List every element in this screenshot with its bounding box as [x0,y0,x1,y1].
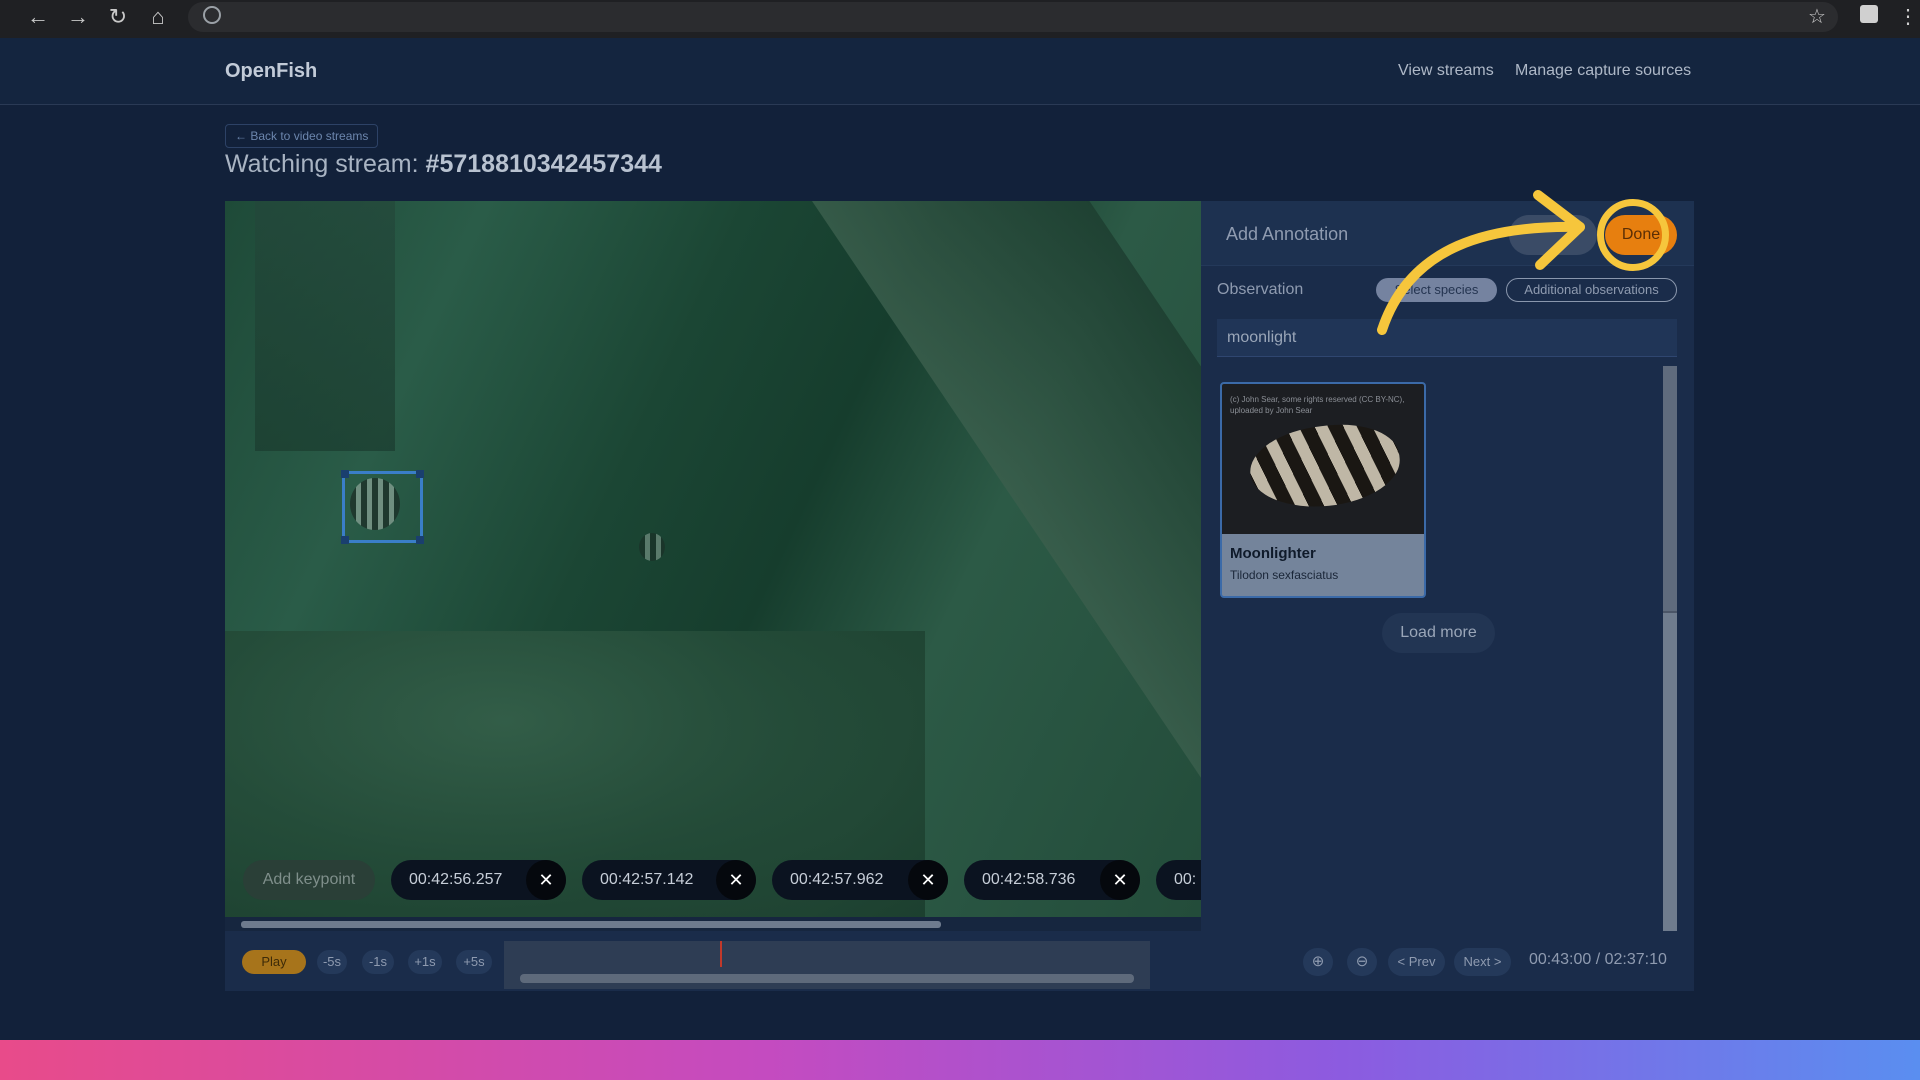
nav-view-streams[interactable]: View streams [1398,62,1494,80]
step-back-1s-button[interactable]: -1s [362,950,394,974]
add-keypoint-button[interactable]: Add keypoint [243,860,375,900]
title-prefix: Watching stream: [225,150,419,178]
annotation-title: Add Annotation [1226,224,1349,244]
brand-logo[interactable]: OpenFish [225,60,317,83]
scene-pillar [255,201,395,451]
star-icon[interactable]: ☆ [1808,4,1826,29]
bottom-gradient-bar [0,1040,1920,1080]
back-to-streams-button[interactable]: ← Back to video streams [225,124,379,148]
scrollbar-thumb[interactable] [241,921,941,928]
tutorial-arrow-icon [1377,190,1585,335]
observation-label: Observation [1217,281,1304,298]
reload-icon[interactable]: ↻ [101,0,135,34]
keypoint-chip[interactable]: 00:42:57.142 ✕ [582,860,756,900]
close-icon[interactable]: ✕ [908,860,948,900]
next-button[interactable]: Next > [1454,948,1511,976]
prev-button[interactable]: < Prev [1388,948,1445,976]
bbox-handle[interactable] [341,536,349,544]
keypoint-time: 00:42:57.142 [600,871,694,888]
step-forward-5s-button[interactable]: +5s [456,950,492,974]
fish-silhouette [639,533,665,561]
step-back-5s-button[interactable]: -5s [317,950,347,974]
bbox-handle[interactable] [341,470,349,478]
species-common-name: Moonlighter [1230,545,1316,562]
browser-toolbar: ← → ↻ ⌂ ☆ ⋮ [0,0,1920,38]
keypoint-time: 00:42:56.257 [409,871,503,888]
nav-manage-capture-sources[interactable]: Manage capture sources [1515,62,1691,80]
playhead[interactable] [720,941,722,967]
bbox-handle[interactable] [416,536,424,544]
results-scrollbar[interactable] [1663,366,1677,931]
moonlighter-fish-image [1246,418,1404,514]
page-title: Watching stream: #5718810342457344 [225,150,662,179]
app-header: OpenFish View streams Manage capture sou… [0,38,1920,105]
highlight-ring [1597,199,1669,271]
photo-credit: (c) John Sear, some rights reserved (CC … [1230,395,1405,415]
close-icon[interactable]: ✕ [526,860,566,900]
video-player[interactable] [225,201,1201,917]
keypoint-chip[interactable]: 00: [1156,860,1201,900]
timeline[interactable] [504,941,1150,989]
close-icon[interactable]: ✕ [716,860,756,900]
zoom-out-icon[interactable]: ⊖ [1347,948,1377,976]
keypoint-time: 00: [1174,871,1197,888]
close-icon[interactable]: ✕ [1100,860,1140,900]
home-icon[interactable]: ⌂ [141,0,175,34]
globe-icon [203,6,221,24]
species-card[interactable]: (c) John Sear, some rights reserved (CC … [1220,382,1426,598]
scrollbar-thumb[interactable] [1663,366,1677,613]
player-controls: Play -5s -1s +1s +5s ⊕ ⊖ < Prev Next > 0… [225,931,1694,991]
extensions-icon[interactable] [1860,5,1878,23]
keypoint-chip[interactable]: 00:42:56.257 ✕ [391,860,566,900]
play-button[interactable]: Play [242,950,306,974]
keypoint-time: 00:42:58.736 [982,871,1076,888]
back-arrow-icon[interactable]: ← [21,0,55,34]
species-scientific-name: Tilodon sexfasciatus [1230,568,1339,582]
species-photo: (c) John Sear, some rights reserved (CC … [1222,384,1424,534]
bounding-box[interactable] [341,470,424,544]
address-bar[interactable] [188,2,1838,32]
timeline-scrollbar[interactable] [520,974,1134,983]
stream-id: #5718810342457344 [425,150,662,178]
step-forward-1s-button[interactable]: +1s [408,950,442,974]
keypoint-time: 00:42:57.962 [790,871,884,888]
menu-icon[interactable]: ⋮ [1898,4,1918,29]
time-display: 00:43:00 / 02:37:10 [1529,951,1667,968]
keypoint-chip[interactable]: 00:42:57.962 ✕ [772,860,948,900]
keypoint-chip[interactable]: 00:42:58.736 ✕ [964,860,1140,900]
zoom-in-icon[interactable]: ⊕ [1303,948,1333,976]
keypoint-scrollbar[interactable] [225,917,1201,931]
load-more-button[interactable]: Load more [1382,613,1495,653]
forward-arrow-icon[interactable]: → [61,0,95,34]
bbox-handle[interactable] [416,470,424,478]
